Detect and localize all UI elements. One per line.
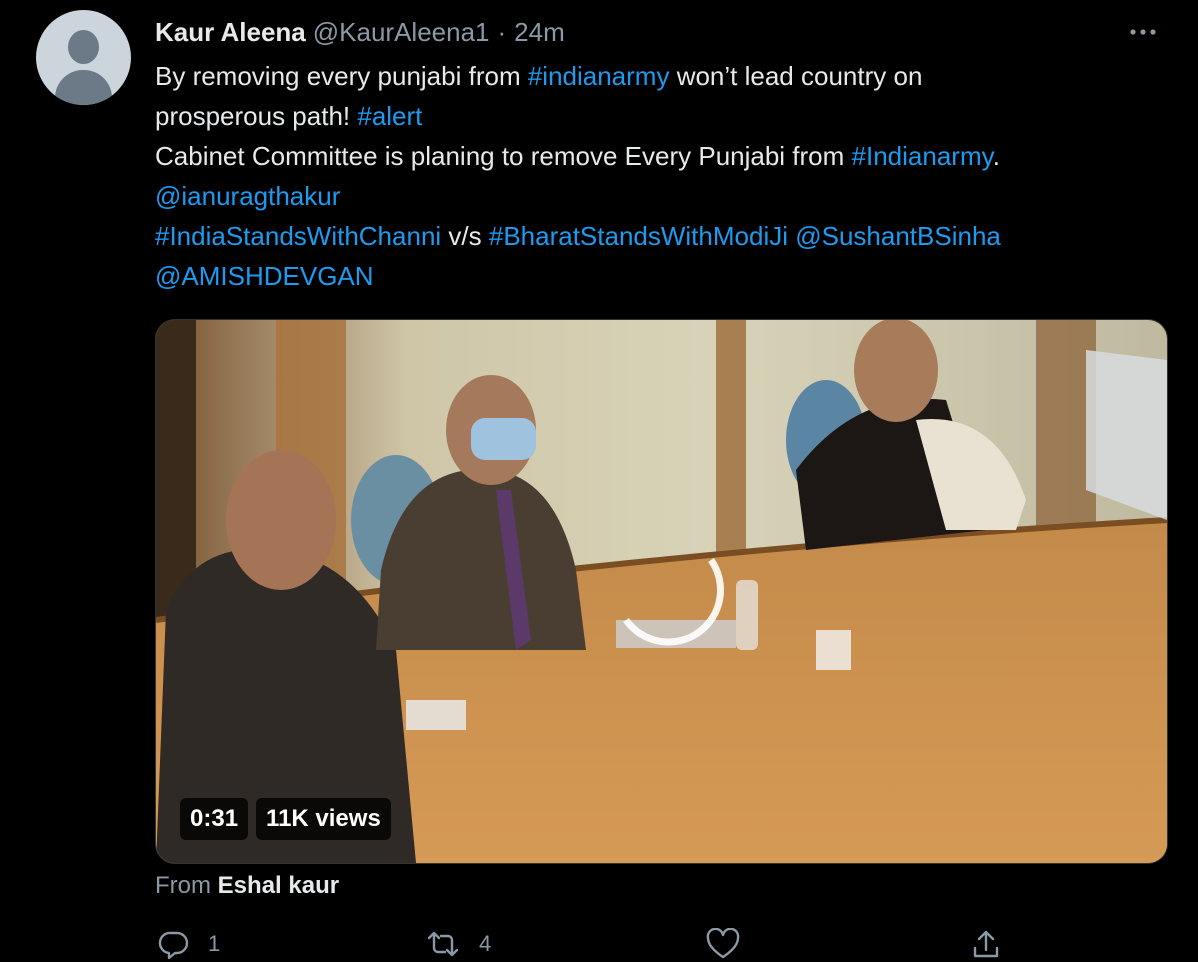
tweet-text-segment: Cabinet Committee is planing to remove E…	[155, 141, 852, 171]
like-button[interactable]	[706, 928, 758, 960]
tweet-text-line: @AMISHDEVGAN	[155, 256, 1155, 296]
retweet-icon	[427, 931, 459, 957]
tweet-text-line: #IndiaStandsWithChanni v/s #BharatStands…	[155, 216, 1155, 256]
hashtag-link[interactable]: #indianarmy	[528, 61, 670, 91]
tweet-header: Kaur Aleena @KaurAleena1 · 24m	[155, 14, 565, 50]
video-views: 11K views	[256, 798, 391, 840]
tweet-text-line: @ianuragthakur	[155, 176, 1155, 216]
tweet-text-line: Cabinet Committee is planing to remove E…	[155, 136, 1155, 176]
separator-dot: ·	[497, 16, 507, 47]
share-icon	[973, 930, 999, 958]
hashtag-link[interactable]: #Indianarmy	[852, 141, 993, 171]
tweet-text-segment: prosperous path!	[155, 101, 358, 131]
mention-link[interactable]: @AMISHDEVGAN	[155, 261, 374, 291]
tweet-text-line: By removing every punjabi from #indianar…	[155, 56, 1155, 96]
like-icon	[706, 928, 740, 959]
avatar-head	[68, 30, 99, 64]
avatar[interactable]	[36, 10, 131, 105]
video-source: From Eshal kaur	[155, 872, 339, 900]
reply-button[interactable]: 1	[158, 928, 220, 960]
retweet-button[interactable]: 4	[425, 928, 491, 960]
tweet-text-line: prosperous path! #alert	[155, 96, 1155, 136]
share-button[interactable]	[970, 928, 1020, 960]
more-button[interactable]	[1128, 14, 1158, 50]
hashtag-link[interactable]: #IndiaStandsWithChanni	[155, 221, 441, 251]
tweet-text-segment: v/s	[441, 221, 489, 251]
author-name[interactable]: Kaur Aleena	[155, 17, 306, 48]
tweet-text-segment: won’t lead country on	[669, 61, 923, 91]
hashtag-link[interactable]: #alert	[357, 101, 422, 131]
video-frame	[156, 320, 1167, 863]
from-account[interactable]: Eshal kaur	[218, 872, 339, 899]
action-bar: 1 4	[0, 928, 1198, 962]
reply-icon	[158, 931, 189, 960]
reply-count: 1	[208, 931, 221, 956]
tweet-text-segment: By removing every punjabi from	[155, 61, 528, 91]
mention-link[interactable]: @ianuragthakur	[155, 181, 340, 211]
retweet-count: 4	[479, 931, 492, 956]
hashtag-link[interactable]: #BharatStandsWithModiJi	[489, 221, 788, 251]
timestamp[interactable]: 24m	[514, 17, 565, 48]
author-handle[interactable]: @KaurAleena1	[313, 17, 490, 48]
tweet[interactable]: Kaur Aleena @KaurAleena1 · 24m By removi…	[0, 0, 1198, 962]
from-label: From	[155, 872, 211, 899]
video-overlay: 0:31 11K views	[180, 798, 391, 840]
more-icon	[1130, 29, 1156, 35]
avatar-body	[55, 70, 112, 105]
tweet-text: By removing every punjabi from #indianar…	[155, 56, 1155, 296]
mention-link[interactable]: @SushantBSinha	[795, 221, 1001, 251]
video-duration: 0:31	[180, 798, 249, 840]
video-player[interactable]: 0:31 11K views	[155, 319, 1168, 864]
tweet-text-segment: .	[992, 141, 1000, 171]
